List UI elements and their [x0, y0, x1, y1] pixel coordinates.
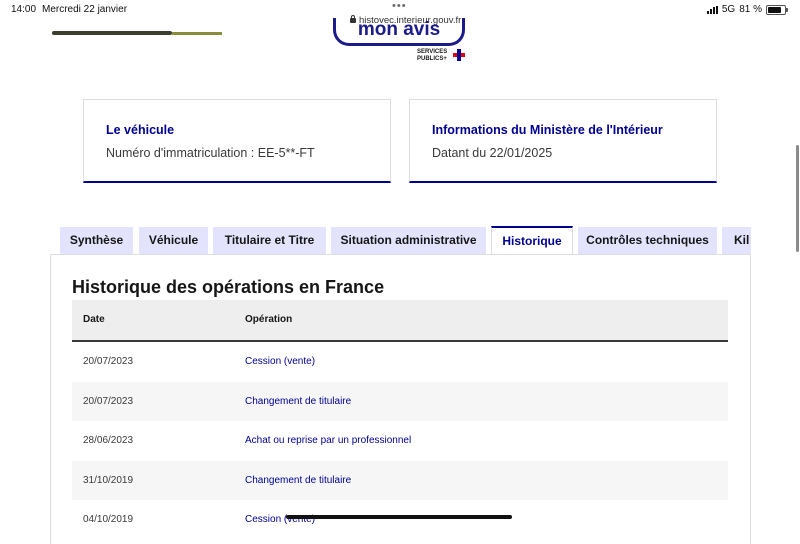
row-operation-link[interactable]: Changement de titulaire	[245, 475, 351, 486]
table-row: 04/10/2019 Cession (vente)	[72, 500, 728, 540]
page-scrollbar[interactable]	[796, 145, 799, 252]
tab-situation-administrative[interactable]: Situation administrative	[331, 227, 486, 254]
table-row: 20/07/2023 Cession (vente)	[72, 342, 728, 382]
services-publics-logo: SERVICES PUBLICS+	[417, 49, 447, 63]
row-date: 20/07/2023	[83, 356, 134, 367]
tab-kilometrage[interactable]: Kil	[722, 227, 751, 254]
vehicle-card: Le véhicule Numéro d'immatriculation : E…	[83, 99, 391, 183]
row-operation-link[interactable]: Changement de titulaire	[245, 396, 351, 407]
status-time: 14:00	[11, 4, 37, 15]
battery-percent: 81 %	[739, 4, 762, 15]
home-indicator[interactable]	[286, 515, 512, 519]
row-date: 31/10/2019	[83, 474, 134, 486]
status-right-group: 5G 81 %	[706, 4, 788, 15]
row-date: 04/10/2019	[83, 514, 134, 525]
feedback-button[interactable]: mon avis	[333, 18, 465, 46]
history-table: Date Opération 20/07/2023 Cession (vente…	[72, 300, 728, 540]
ministry-date-text: Datant du 22/01/2025	[432, 146, 553, 160]
table-header: Date Opération	[72, 300, 728, 342]
row-operation-link[interactable]: Achat ou reprise par un professionnel	[245, 435, 411, 446]
column-header-operation: Opération	[245, 314, 293, 325]
row-operation-link[interactable]: Cession (vente)	[245, 356, 315, 367]
section-title: Historique des opérations en France	[72, 277, 385, 297]
services-publics-line2: PUBLICS+	[417, 56, 447, 62]
site-logo[interactable]	[52, 30, 222, 38]
tab-historique[interactable]: Historique	[491, 226, 573, 254]
table-row: 20/07/2023 Changement de titulaire	[72, 381, 728, 421]
signal-icon	[706, 5, 718, 14]
ministry-card-title: Informations du Ministère de l'Intérieur	[432, 123, 663, 137]
column-header-date: Date	[83, 314, 105, 325]
services-publics-line1: SERVICES	[417, 49, 448, 55]
tab-synthese[interactable]: Synthèse	[60, 227, 133, 254]
tab-bar: Synthèse Véhicule Titulaire et Titre Sit…	[60, 226, 751, 254]
table-row: 31/10/2019 Changement de titulaire	[72, 460, 728, 500]
feedback-button-label: mon avis	[357, 19, 441, 40]
tab-vehicule[interactable]: Véhicule	[139, 227, 208, 254]
vehicle-registration-text: Numéro d'immatriculation : EE-5**-FT	[106, 146, 315, 160]
status-date: Mercredi 22 janvier	[42, 4, 128, 15]
table-row: 28/06/2023 Achat ou reprise par un profe…	[72, 421, 728, 461]
multitasking-dots-icon[interactable]: •••	[392, 0, 407, 12]
row-date: 20/07/2023	[83, 395, 134, 407]
tab-titulaire-et-titre[interactable]: Titulaire et Titre	[213, 227, 326, 254]
battery-icon	[766, 4, 788, 15]
tab-controles-techniques[interactable]: Contrôles techniques	[578, 227, 717, 254]
battery-level	[768, 6, 781, 13]
row-date: 28/06/2023	[83, 435, 134, 446]
network-label: 5G	[721, 4, 736, 15]
ministry-info-card: Informations du Ministère de l'Intérieur…	[409, 99, 717, 183]
plus-cross-icon	[453, 49, 465, 61]
vehicle-card-title: Le véhicule	[106, 123, 175, 137]
